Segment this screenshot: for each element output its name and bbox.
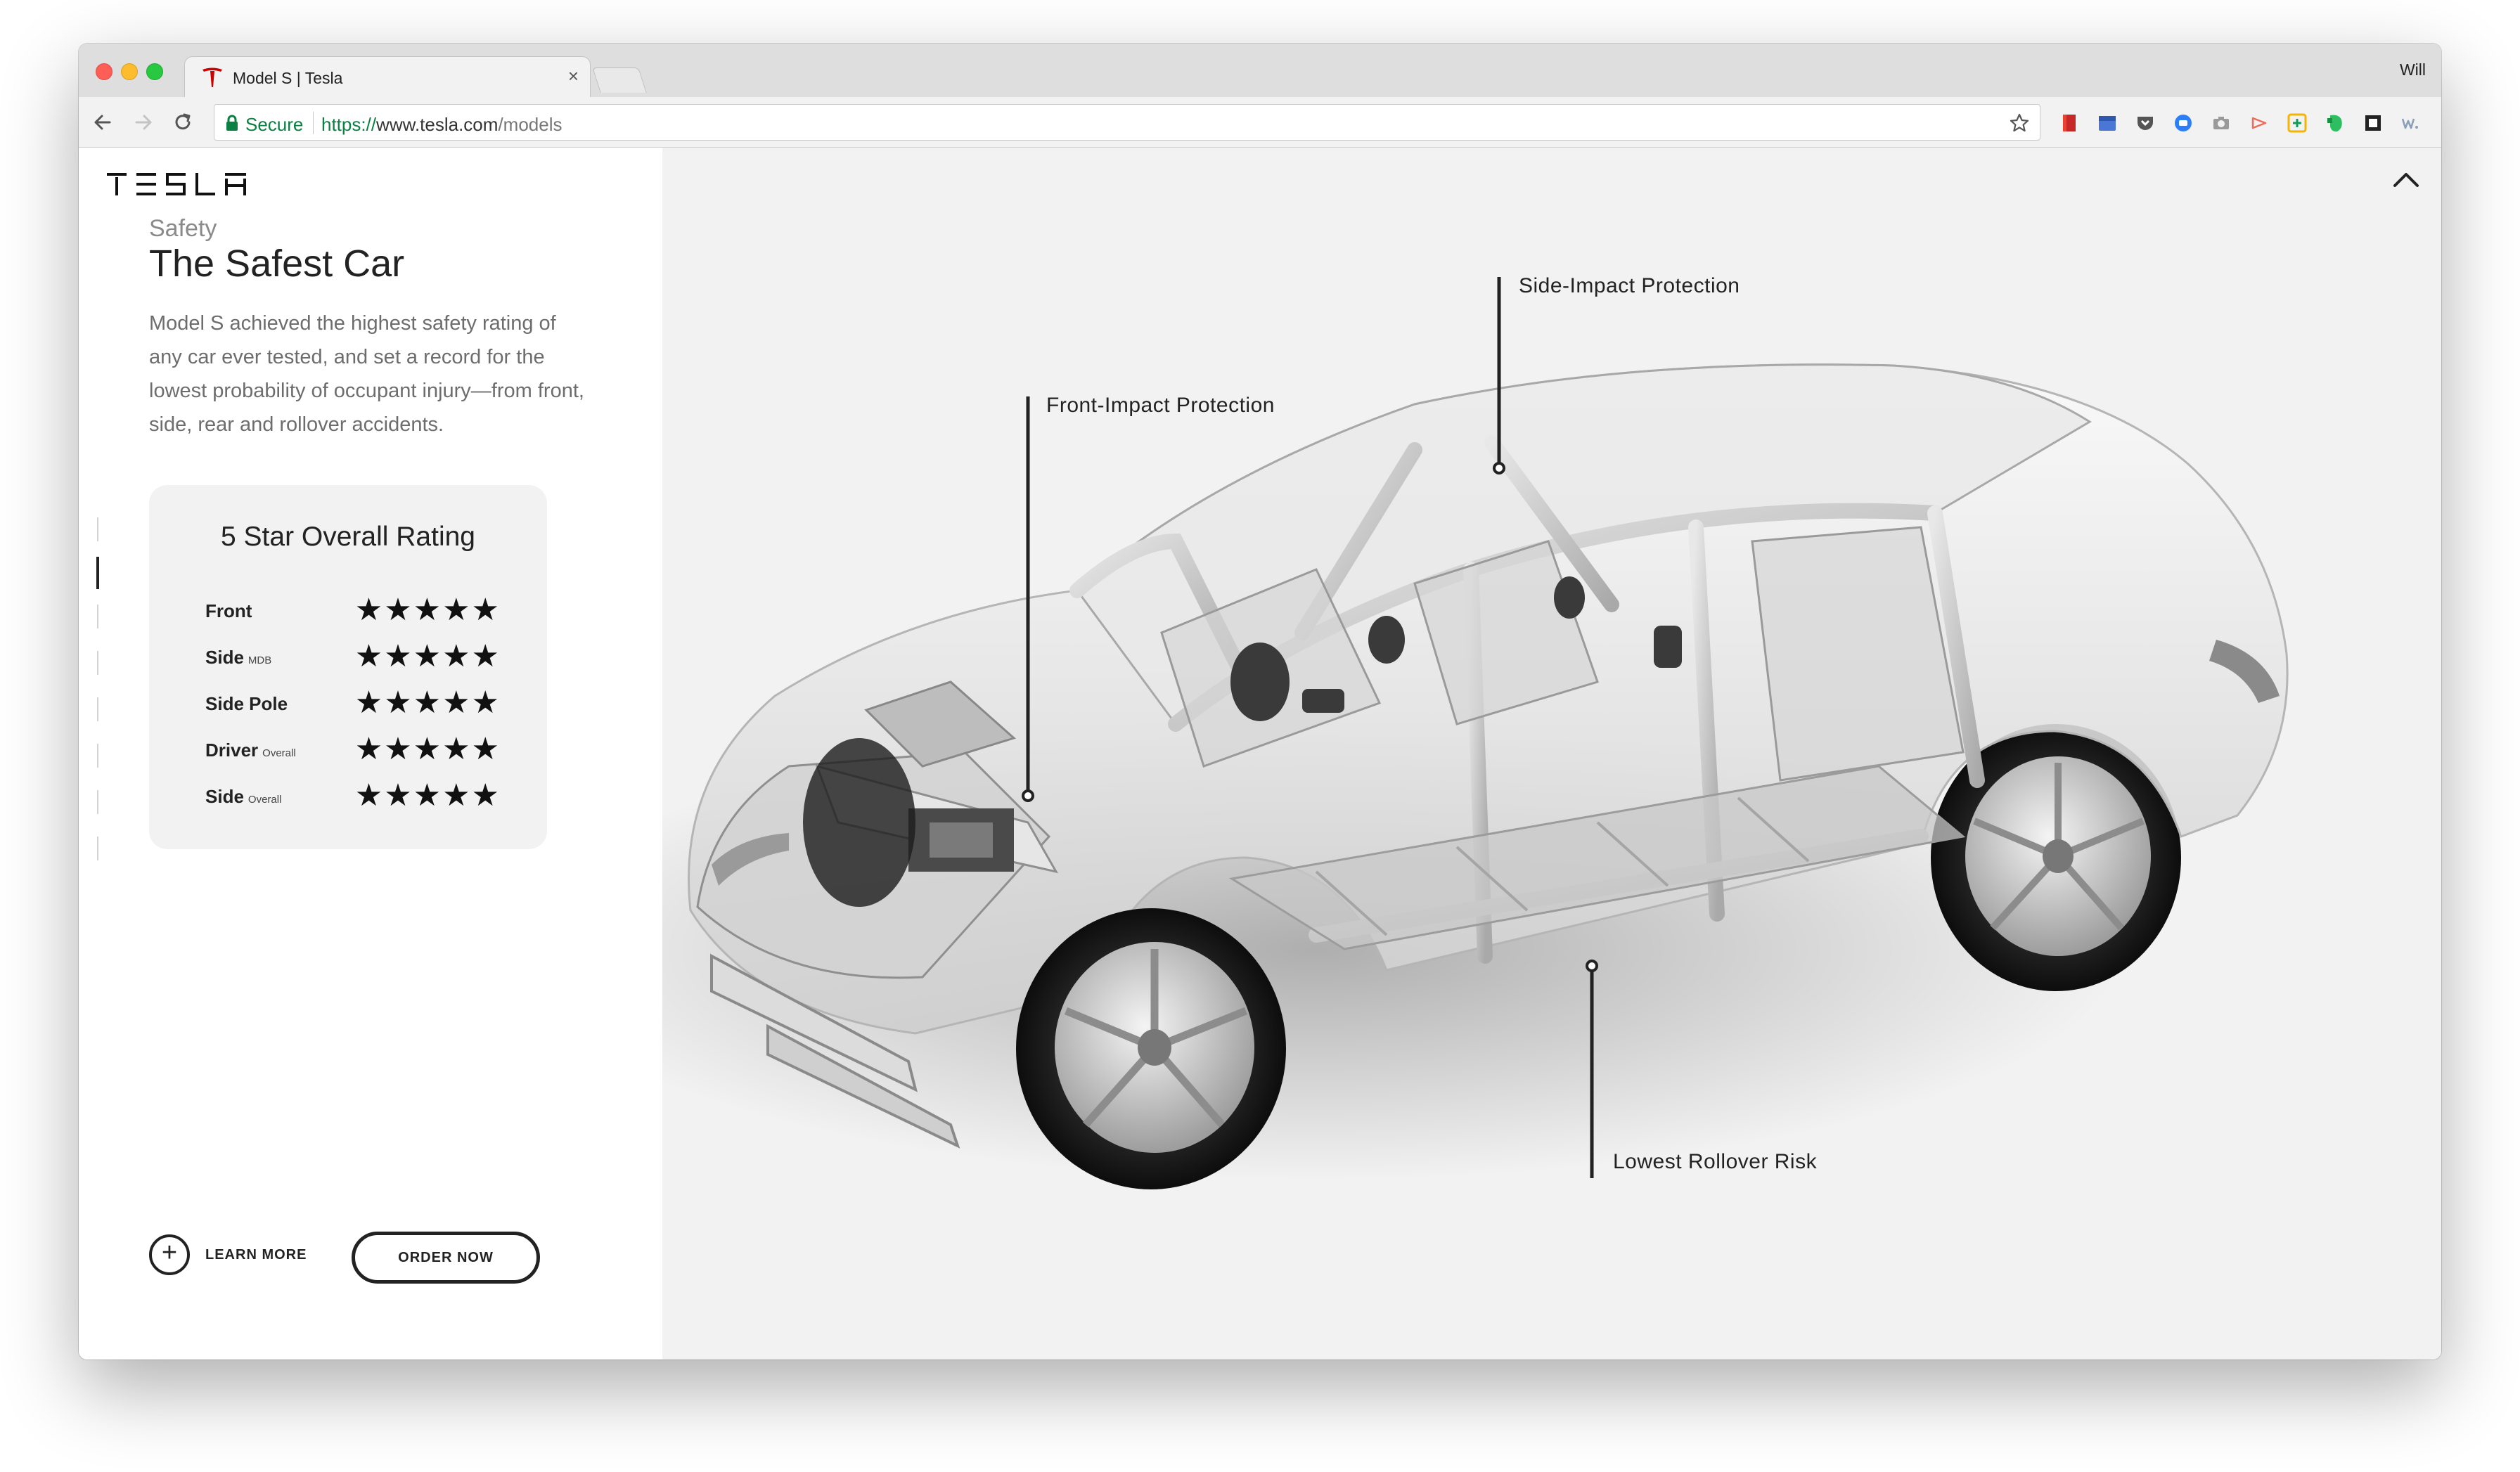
rollover-dot [1586, 960, 1598, 972]
section-tick[interactable] [97, 744, 98, 768]
rating-label: Side Overall [205, 786, 281, 808]
tab-title: Model S | Tesla [233, 69, 343, 87]
left-info-panel: Safety The Safest Car Model S achieved t… [79, 148, 662, 1360]
forward-arrow-icon[interactable] [131, 110, 156, 135]
five-star-rating: ★★★★★ [354, 592, 501, 628]
rating-label: Side Pole [205, 693, 292, 715]
url-protocol: https:// [321, 114, 377, 135]
rating-row-side-mdb: Side MDB ★★★★★ [205, 638, 501, 674]
url-host: www.tesla.com [376, 114, 499, 135]
rating-label-text: Driver [205, 740, 259, 761]
back-arrow-icon[interactable] [90, 110, 115, 135]
tesla-page: Side-Impact Protection Front-Impact Prot… [79, 148, 2441, 1360]
section-tick[interactable] [97, 837, 98, 860]
five-star-rating: ★★★★★ [354, 685, 501, 721]
browser-toolbar: Secure https://www.tesla.com/models [79, 97, 2441, 148]
learn-more-label: LEARN MORE [205, 1247, 307, 1263]
new-tab-button[interactable] [592, 67, 647, 93]
front-left-wheel [803, 738, 915, 907]
plus-icon: + [161, 1238, 178, 1267]
section-tick[interactable] [97, 790, 98, 814]
rollover-label: Lowest Rollover Risk [1613, 1150, 1818, 1173]
rating-label: Driver Overall [205, 740, 296, 761]
rating-label-sub: Overall [248, 794, 282, 806]
url-text: https://www.tesla.com/models [321, 114, 562, 136]
screencast-icon[interactable] [2173, 112, 2194, 134]
five-star-rating: ★★★★★ [354, 777, 501, 813]
bookmark-star-icon[interactable] [2009, 112, 2030, 134]
title-bar: Model S | Tesla × Will [79, 44, 2441, 97]
front-wheel [1016, 908, 1286, 1189]
close-window-button[interactable] [96, 63, 112, 80]
section-tick[interactable] [97, 651, 98, 675]
front-impact-dot [1022, 789, 1034, 802]
rating-row-side-overall: Side Overall ★★★★★ [205, 777, 501, 813]
section-eyebrow: Safety [149, 215, 217, 242]
google-plus-icon[interactable] [2287, 112, 2308, 134]
lock-icon [226, 115, 238, 131]
minimize-window-button[interactable] [121, 63, 138, 80]
side-impact-label: Side-Impact Protection [1519, 274, 1740, 297]
address-bar[interactable]: Secure https://www.tesla.com/models [214, 104, 2040, 141]
tesla-logo[interactable] [107, 170, 248, 195]
rating-label-text: Side Pole [205, 693, 288, 714]
order-now-button[interactable]: ORDER NOW [352, 1232, 540, 1284]
rating-label-text: Side [205, 647, 244, 668]
rating-title: 5 Star Overall Rating [221, 522, 475, 552]
reload-icon[interactable] [170, 110, 195, 135]
rating-label: Side MDB [205, 647, 271, 669]
tab-close-icon[interactable]: × [568, 65, 579, 87]
browser-tab-active[interactable]: Model S | Tesla × [184, 56, 591, 97]
calendar-extension-icon[interactable] [2097, 112, 2118, 134]
browser-window: Model S | Tesla × Will Secure https://ww… [79, 44, 2441, 1360]
section-tick-active[interactable] [96, 557, 99, 589]
five-star-rating: ★★★★★ [354, 731, 501, 767]
url-path: /models [498, 114, 562, 135]
bookmark-extension-icon[interactable] [2059, 112, 2080, 134]
section-tick[interactable] [97, 697, 98, 721]
five-star-rating: ★★★★★ [354, 638, 501, 674]
rating-label-text: Side [205, 786, 244, 807]
rating-label: Front [205, 600, 256, 622]
evernote-icon[interactable] [2325, 112, 2346, 134]
tesla-favicon-icon [202, 67, 222, 87]
desktop: Model S | Tesla × Will Secure https://ww… [0, 0, 2520, 1472]
section-tick[interactable] [97, 605, 98, 628]
rating-row-side-pole: Side Pole ★★★★★ [205, 685, 501, 721]
rating-label-text: Front [205, 600, 252, 621]
rating-label-sub: MDB [248, 654, 272, 666]
chevron-up-icon[interactable] [2391, 164, 2422, 195]
front-impact-label: Front-Impact Protection [1046, 394, 1275, 417]
rating-row-front: Front ★★★★★ [205, 592, 501, 628]
pocket-icon[interactable] [2135, 112, 2156, 134]
camera-icon[interactable] [2211, 112, 2232, 134]
side-impact-dot [1493, 462, 1505, 474]
rating-label-sub: Overall [262, 747, 296, 759]
profile-name[interactable]: Will [2400, 60, 2426, 79]
learn-more-link[interactable]: + LEARN MORE [149, 1234, 318, 1279]
omnibox-separator [313, 112, 314, 134]
section-tick[interactable] [97, 517, 98, 541]
video-icon[interactable] [2249, 112, 2270, 134]
page-title: The Safest Car [149, 243, 405, 285]
secure-label: Secure [245, 114, 304, 135]
maximize-window-button[interactable] [146, 63, 163, 80]
safety-rating-card: 5 Star Overall Rating Front ★★★★★ Side MD… [149, 485, 547, 849]
rating-row-driver-overall: Driver Overall ★★★★★ [205, 731, 501, 767]
wordweb-icon[interactable] [2400, 112, 2422, 134]
reader-icon[interactable] [2362, 112, 2384, 134]
section-description: Model S achieved the highest safety rati… [149, 312, 584, 436]
